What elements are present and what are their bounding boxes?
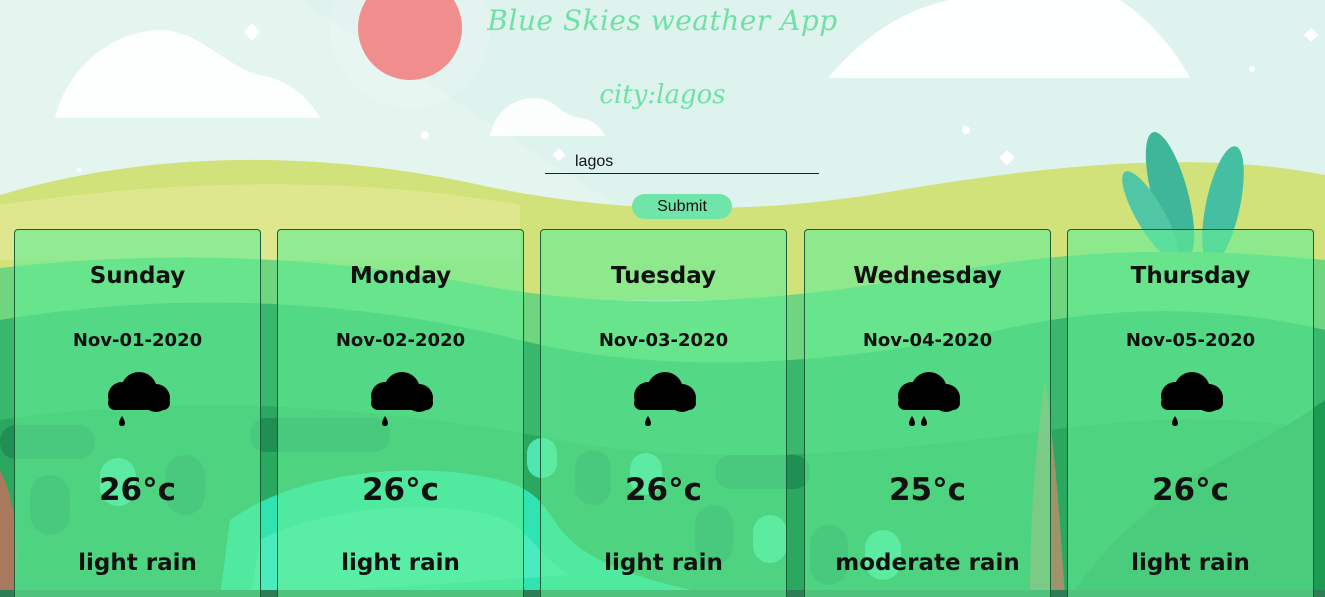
forecast-description: light rain — [78, 550, 197, 576]
forecast-card: Thursday Nov-05-2020 26°c light rain — [1067, 229, 1314, 597]
city-label: city:lagos — [599, 80, 726, 110]
light-rain-icon — [1160, 372, 1223, 426]
app-title: Blue Skies weather App — [487, 4, 838, 37]
forecast-description: light rain — [604, 550, 723, 576]
forecast-date: Nov-03-2020 — [598, 330, 729, 351]
forecast-day: Thursday — [1130, 263, 1251, 289]
forecast-day: Wednesday — [853, 263, 1002, 289]
moderate-rain-icon — [897, 372, 960, 426]
forecast-date: Nov-05-2020 — [1125, 330, 1256, 351]
forecast-date: Nov-01-2020 — [72, 330, 203, 351]
forecast-card: Monday Nov-02-2020 26°c light rain — [277, 229, 524, 597]
city-search-input[interactable] — [545, 150, 819, 174]
light-rain-icon — [633, 372, 696, 426]
forecast-card: Sunday Nov-01-2020 26°c light rain — [14, 229, 261, 597]
forecast-temperature: 26°c — [1151, 472, 1229, 508]
forecast-day: Sunday — [89, 263, 186, 289]
forecast-temperature: 26°c — [98, 472, 176, 508]
submit-button[interactable]: Submit — [632, 194, 732, 219]
forecast-description: light rain — [1131, 550, 1250, 576]
light-rain-icon — [107, 372, 170, 426]
forecast-description: moderate rain — [835, 550, 1020, 576]
forecast-temperature: 26°c — [361, 472, 439, 508]
forecast-date: Nov-02-2020 — [335, 330, 466, 351]
forecast-description: light rain — [341, 550, 460, 576]
forecast-temperature: 26°c — [624, 472, 702, 508]
forecast-day: Tuesday — [610, 263, 717, 289]
forecast-card: Wednesday Nov-04-2020 25°c moderate rain — [804, 229, 1051, 597]
light-rain-icon — [370, 372, 433, 426]
forecast-temperature: 25°c — [888, 472, 966, 508]
forecast-card: Tuesday Nov-03-2020 26°c light rain — [540, 229, 787, 597]
forecast-date: Nov-04-2020 — [862, 330, 993, 351]
forecast-day: Monday — [349, 263, 452, 289]
